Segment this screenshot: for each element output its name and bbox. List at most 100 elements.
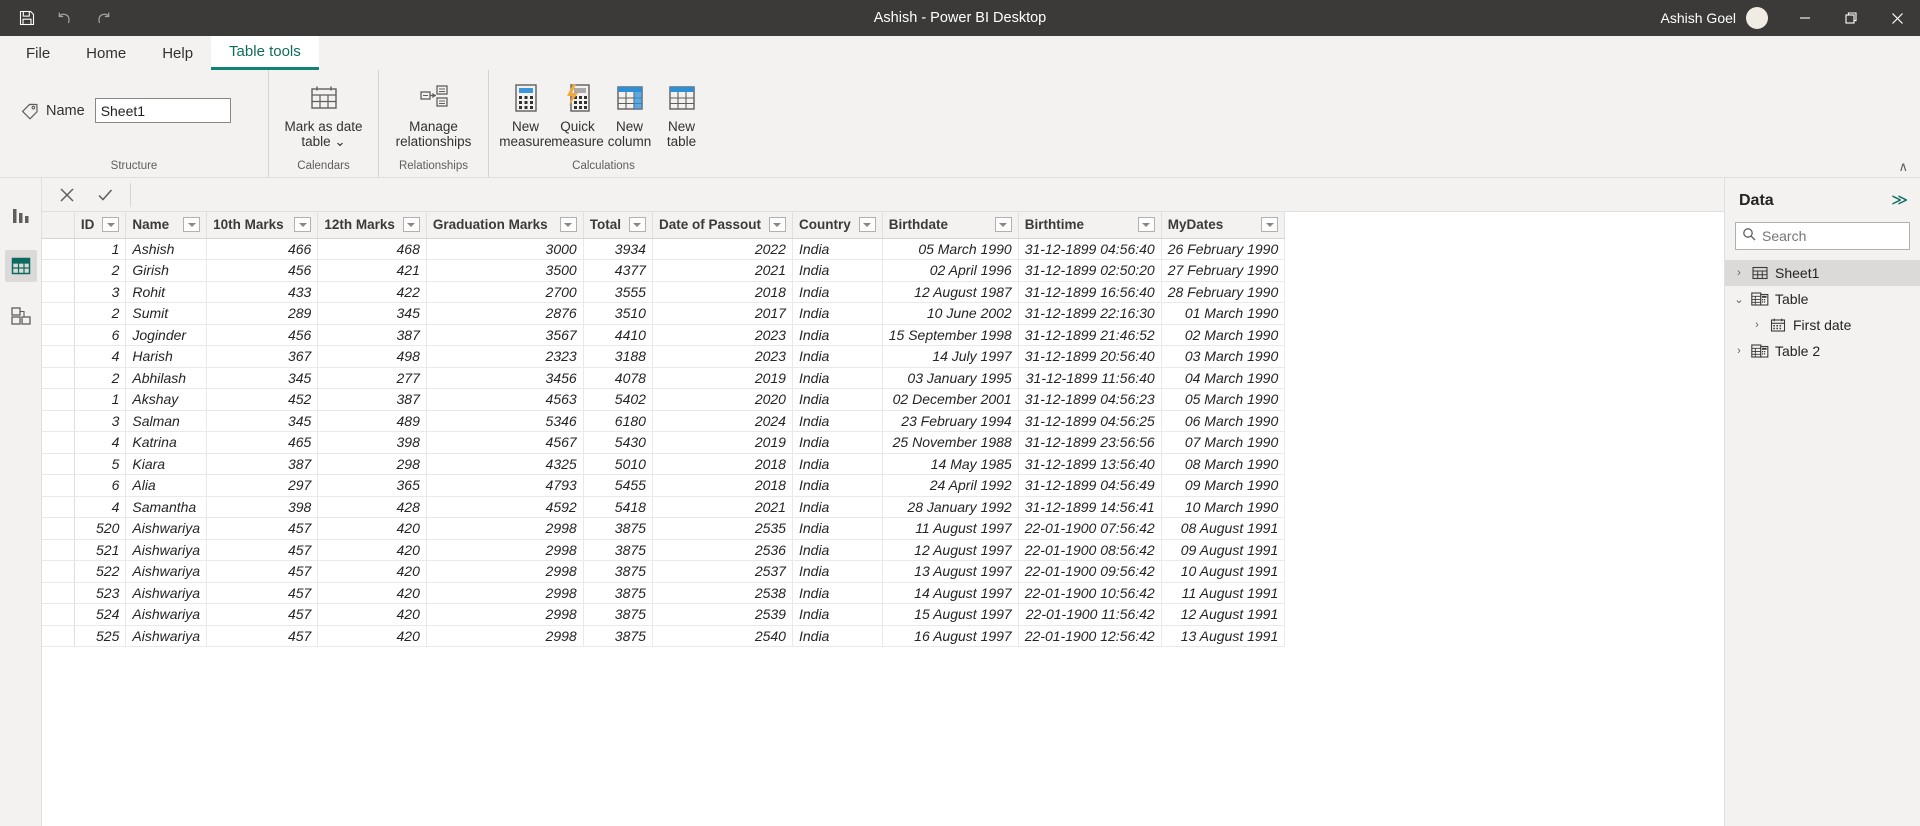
table-cell[interactable]: 31-12-1899 04:56:23 <box>1018 388 1162 411</box>
column-filter-dropdown-icon[interactable] <box>102 217 120 233</box>
table-cell[interactable]: 3875 <box>583 560 653 583</box>
table-cell[interactable]: Alia <box>125 474 208 497</box>
table-cell[interactable]: 2019 <box>652 367 793 389</box>
table-cell[interactable]: 2018 <box>652 281 793 303</box>
model-view-icon[interactable] <box>5 300 37 332</box>
table-cell[interactable]: 525 <box>74 625 127 647</box>
table-cell[interactable]: 3875 <box>583 539 653 561</box>
redo-button[interactable] <box>86 2 120 34</box>
table-cell[interactable]: 6 <box>74 474 127 497</box>
table-cell[interactable]: 3934 <box>583 238 653 260</box>
table-cell[interactable]: 11 August 1997 <box>882 517 1019 540</box>
column-header-mydates[interactable]: MyDates <box>1161 212 1286 239</box>
table-cell[interactable]: 3875 <box>583 625 653 647</box>
table-cell[interactable]: 398 <box>317 431 427 454</box>
table-cell[interactable]: 31-12-1899 21:46:52 <box>1018 324 1162 346</box>
table-cell[interactable]: 31-12-1899 16:56:40 <box>1018 281 1162 303</box>
table-cell[interactable]: 2018 <box>652 453 793 475</box>
table-cell[interactable]: 456 <box>206 259 319 282</box>
table-row[interactable]: 6 Joginder 456 387 3567 4410 2023 India 15 Septe… <box>42 324 1724 346</box>
tree-item-table[interactable]: ⌄ Table <box>1725 286 1920 312</box>
table-cell[interactable]: India <box>792 302 883 325</box>
table-cell[interactable]: Joginder <box>125 324 208 346</box>
table-cell[interactable]: India <box>792 410 883 432</box>
table-cell[interactable]: 2022 <box>652 238 793 260</box>
table-cell[interactable]: 4078 <box>583 367 653 389</box>
table-cell[interactable]: India <box>792 388 883 411</box>
table-cell[interactable]: 2536 <box>652 539 793 561</box>
table-cell[interactable]: 457 <box>206 625 319 647</box>
column-filter-dropdown-icon[interactable] <box>1137 217 1155 233</box>
table-cell[interactable]: 289 <box>206 302 319 325</box>
table-cell[interactable]: 31-12-1899 02:50:20 <box>1018 259 1162 282</box>
column-filter-dropdown-icon[interactable] <box>628 217 646 233</box>
table-cell[interactable]: 2021 <box>652 496 793 518</box>
column-header-country[interactable]: Country <box>792 212 883 239</box>
tab-help[interactable]: Help <box>144 38 211 70</box>
table-cell[interactable]: 09 March 1990 <box>1161 474 1286 497</box>
table-cell[interactable]: Girish <box>125 259 208 282</box>
table-cell[interactable]: 3000 <box>426 238 584 260</box>
table-cell[interactable]: 04 March 1990 <box>1161 367 1286 389</box>
table-cell[interactable]: 3555 <box>583 281 653 303</box>
table-cell[interactable]: 2323 <box>426 345 584 368</box>
table-cell[interactable]: 452 <box>206 388 319 411</box>
table-cell[interactable]: 465 <box>206 431 319 454</box>
column-filter-dropdown-icon[interactable] <box>1261 217 1279 233</box>
table-cell[interactable]: India <box>792 324 883 346</box>
table-cell[interactable]: 6 <box>74 324 127 346</box>
table-cell[interactable]: 4 <box>74 431 127 454</box>
maximize-button[interactable] <box>1828 0 1874 36</box>
table-cell[interactable]: 31-12-1899 04:56:25 <box>1018 410 1162 432</box>
tab-file[interactable]: File <box>8 38 68 70</box>
table-cell[interactable]: 22-01-1900 07:56:42 <box>1018 517 1162 540</box>
table-row[interactable]: 4 Harish 367 498 2323 3188 2023 India 14 July 19… <box>42 345 1724 368</box>
table-cell[interactable]: 2700 <box>426 281 584 303</box>
table-cell[interactable]: 498 <box>317 345 427 368</box>
column-filter-dropdown-icon[interactable] <box>858 217 876 233</box>
table-cell[interactable]: 2023 <box>652 324 793 346</box>
table-cell[interactable]: 457 <box>206 603 319 626</box>
table-cell[interactable]: 466 <box>206 238 319 260</box>
table-cell[interactable]: 2538 <box>652 582 793 604</box>
table-cell[interactable]: 297 <box>206 474 319 497</box>
table-cell[interactable]: 3500 <box>426 259 584 282</box>
table-cell[interactable]: 387 <box>317 388 427 411</box>
table-cell[interactable]: 3875 <box>583 517 653 540</box>
table-cell[interactable]: 2024 <box>652 410 793 432</box>
table-cell[interactable]: 05 March 1990 <box>882 238 1019 260</box>
table-cell[interactable]: 3456 <box>426 367 584 389</box>
table-row[interactable]: 3 Salman 345 489 5346 6180 2024 India 23 Februar… <box>42 410 1724 432</box>
chevron-down-icon[interactable]: ⌄ <box>1733 293 1745 306</box>
table-cell[interactable]: 2 <box>74 302 127 325</box>
table-cell[interactable]: 4 <box>74 345 127 368</box>
table-cell[interactable]: Akshay <box>125 388 208 411</box>
table-cell[interactable]: 3875 <box>583 603 653 626</box>
table-cell[interactable]: 4325 <box>426 453 584 475</box>
chevron-right-icon[interactable]: › <box>1733 345 1745 357</box>
column-header-12th-marks[interactable]: 12th Marks <box>317 212 427 239</box>
table-row[interactable]: 2 Girish 456 421 3500 4377 2021 India 02 April 1… <box>42 259 1724 282</box>
table-cell[interactable]: 31-12-1899 20:56:40 <box>1018 345 1162 368</box>
table-cell[interactable]: 4410 <box>583 324 653 346</box>
table-cell[interactable]: 31-12-1899 23:56:56 <box>1018 431 1162 454</box>
tab-home[interactable]: Home <box>68 38 144 70</box>
table-cell[interactable]: 10 August 1991 <box>1161 560 1286 583</box>
table-row[interactable]: 521 Aishwariya 457 420 2998 3875 2536 India 12 A… <box>42 539 1724 561</box>
table-cell[interactable]: 5346 <box>426 410 584 432</box>
avatar[interactable] <box>1746 7 1768 29</box>
table-cell[interactable]: Aishwariya <box>125 560 208 583</box>
formula-accept-button[interactable] <box>86 180 124 210</box>
table-cell[interactable]: 345 <box>317 302 427 325</box>
table-cell[interactable]: 15 August 1997 <box>882 603 1019 626</box>
table-cell[interactable]: Aishwariya <box>125 625 208 647</box>
table-cell[interactable]: 2023 <box>652 345 793 368</box>
table-cell[interactable]: 31-12-1899 11:56:40 <box>1018 367 1162 389</box>
table-cell[interactable]: 2998 <box>426 560 584 583</box>
table-row[interactable]: 1 Akshay 452 387 4563 5402 2020 India 02 Decembe… <box>42 388 1724 411</box>
table-cell[interactable]: 2998 <box>426 603 584 626</box>
table-cell[interactable]: 422 <box>317 281 427 303</box>
table-cell[interactable]: 428 <box>317 496 427 518</box>
table-cell[interactable]: 433 <box>206 281 319 303</box>
save-button[interactable] <box>10 2 44 34</box>
